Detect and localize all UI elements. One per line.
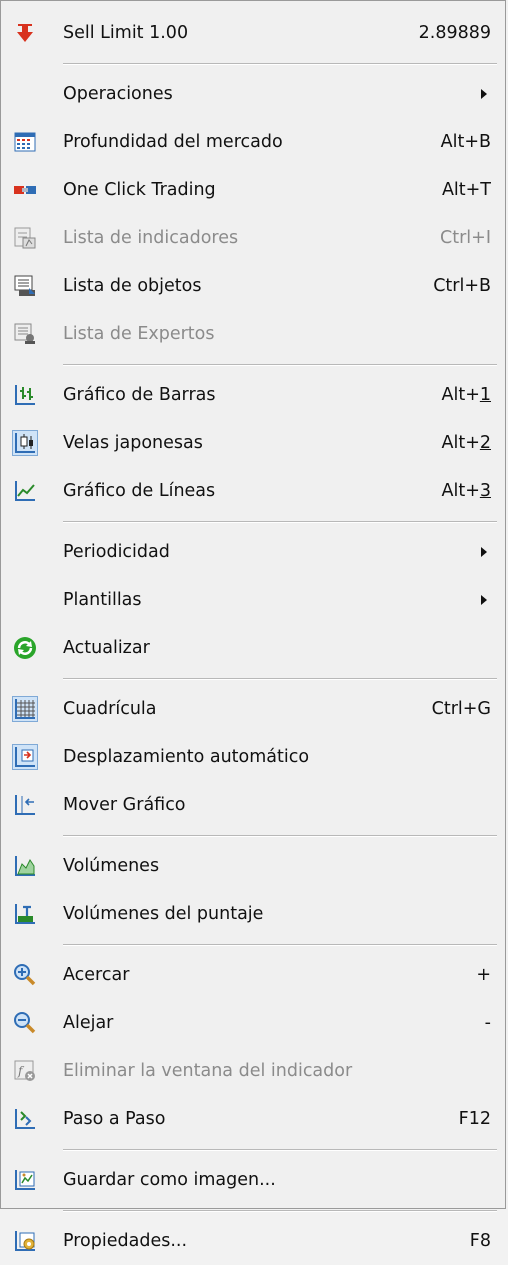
volumenes-puntaje-label: Volúmenes del puntaje [63, 904, 264, 924]
volumenes-label: Volúmenes [63, 856, 160, 876]
line-chart-icon [13, 479, 37, 503]
paso-shortcut: F12 [458, 1109, 491, 1129]
menu-item-volumenes-puntaje[interactable]: Volúmenes del puntaje [1, 890, 505, 938]
sell-arrow-icon [13, 21, 37, 45]
delete-indicator-window-icon: f [13, 1059, 37, 1083]
operaciones-label: Operaciones [63, 84, 173, 104]
menu-item-eliminar-ventana[interactable]: f Eliminar la ventana del indicador [1, 1047, 505, 1095]
lista-objetos-label: Lista de objetos [63, 276, 202, 296]
refresh-icon [13, 636, 37, 660]
bar-chart-icon [13, 383, 37, 407]
auto-scroll-icon [12, 744, 38, 770]
lista-objetos-shortcut: Ctrl+B [433, 276, 491, 296]
save-image-icon [13, 1168, 37, 1192]
indicators-list-icon [13, 226, 37, 250]
menu-item-lista-indicadores[interactable]: Lista de indicadores Ctrl+I [1, 214, 505, 262]
menu-item-velas[interactable]: Velas japonesas Alt+2 [1, 419, 505, 467]
separator [1, 1143, 505, 1156]
sell-limit-label: Sell Limit 1.00 [63, 23, 189, 43]
eliminar-label: Eliminar la ventana del indicador [63, 1061, 353, 1081]
profundidad-shortcut: Alt+B [440, 132, 491, 152]
mover-label: Mover Gráfico [63, 795, 186, 815]
submenu-arrow-icon [481, 595, 487, 605]
menu-item-one-click[interactable]: One Click Trading Alt+T [1, 166, 505, 214]
profundidad-label: Profundidad del mercado [63, 132, 283, 152]
propiedades-shortcut: F8 [469, 1231, 491, 1251]
grafico-barras-label: Gráfico de Barras [63, 385, 216, 405]
grafico-lineas-shortcut: Alt+3 [441, 481, 492, 501]
velas-label: Velas japonesas [63, 433, 203, 453]
properties-icon [13, 1229, 37, 1253]
candlestick-icon [12, 430, 38, 456]
menu-item-periodicidad[interactable]: Periodicidad [1, 528, 505, 576]
menu-item-alejar[interactable]: Alejar - [1, 999, 505, 1047]
menu-item-grafico-lineas[interactable]: Gráfico de Líneas Alt+3 [1, 467, 505, 515]
one-click-icon [13, 178, 37, 202]
menu-item-operaciones[interactable]: Operaciones [1, 70, 505, 118]
menu-item-mover[interactable]: Mover Gráfico [1, 781, 505, 829]
menu-item-profundidad[interactable]: Profundidad del mercado Alt+B [1, 118, 505, 166]
propiedades-label: Propiedades... [63, 1231, 188, 1251]
lista-expertos-label: Lista de Expertos [63, 324, 215, 344]
actualizar-label: Actualizar [63, 638, 150, 658]
menu-item-grafico-barras[interactable]: Gráfico de Barras Alt+1 [1, 371, 505, 419]
acercar-shortcut: + [476, 965, 491, 985]
grafico-lineas-label: Gráfico de Líneas [63, 481, 216, 501]
separator [1, 672, 505, 685]
tick-volumes-icon [13, 902, 37, 926]
periodicidad-label: Periodicidad [63, 542, 170, 562]
separator [1, 515, 505, 528]
menu-item-cuadricula[interactable]: Cuadrícula Ctrl+G [1, 685, 505, 733]
separator [1, 938, 505, 951]
paso-label: Paso a Paso [63, 1109, 166, 1129]
chart-context-menu: Sell Limit 1.00 2.89889 Operaciones Prof… [0, 0, 506, 1251]
grafico-barras-shortcut: Alt+1 [441, 385, 492, 405]
submenu-arrow-icon [481, 89, 487, 99]
alejar-shortcut: - [484, 1013, 491, 1033]
acercar-label: Acercar [63, 965, 130, 985]
separator [1, 358, 505, 371]
grid-icon [12, 696, 38, 722]
guardar-label: Guardar como imagen... [63, 1170, 276, 1190]
zoom-in-icon [13, 963, 37, 987]
sell-limit-price: 2.89889 [418, 23, 491, 43]
plantillas-label: Plantillas [63, 590, 142, 610]
one-click-label: One Click Trading [63, 180, 216, 200]
menu-item-acercar[interactable]: Acercar + [1, 951, 505, 999]
market-depth-icon [13, 130, 37, 154]
menu-item-lista-objetos[interactable]: Lista de objetos Ctrl+B [1, 262, 505, 310]
lista-indicadores-shortcut: Ctrl+I [440, 228, 491, 248]
objects-list-icon [13, 274, 37, 298]
menu-item-sell-limit[interactable]: Sell Limit 1.00 2.89889 [1, 9, 505, 57]
cuadricula-shortcut: Ctrl+G [431, 699, 491, 719]
desplazamiento-label: Desplazamiento automático [63, 747, 310, 767]
menu-item-volumenes[interactable]: Volúmenes [1, 842, 505, 890]
separator [1, 829, 505, 842]
chart-shift-icon [13, 793, 37, 817]
menu-item-actualizar[interactable]: Actualizar [1, 624, 505, 672]
one-click-shortcut: Alt+T [441, 180, 491, 200]
cuadricula-label: Cuadrícula [63, 699, 157, 719]
menu-item-desplazamiento[interactable]: Desplazamiento automático [1, 733, 505, 781]
experts-list-icon [13, 322, 37, 346]
menu-item-lista-expertos[interactable]: Lista de Expertos [1, 310, 505, 358]
alejar-label: Alejar [63, 1013, 114, 1033]
menu-item-guardar-imagen[interactable]: Guardar como imagen... [1, 1156, 505, 1204]
menu-item-propiedades[interactable]: Propiedades... F8 [1, 1217, 505, 1265]
submenu-arrow-icon [481, 547, 487, 557]
menu-item-paso-a-paso[interactable]: Paso a Paso F12 [1, 1095, 505, 1143]
separator [1, 57, 505, 70]
menu-item-plantillas[interactable]: Plantillas [1, 576, 505, 624]
step-by-step-icon [13, 1107, 37, 1131]
velas-shortcut: Alt+2 [441, 433, 492, 453]
lista-indicadores-label: Lista de indicadores [63, 228, 239, 248]
zoom-out-icon [13, 1011, 37, 1035]
volumes-icon [13, 854, 37, 878]
